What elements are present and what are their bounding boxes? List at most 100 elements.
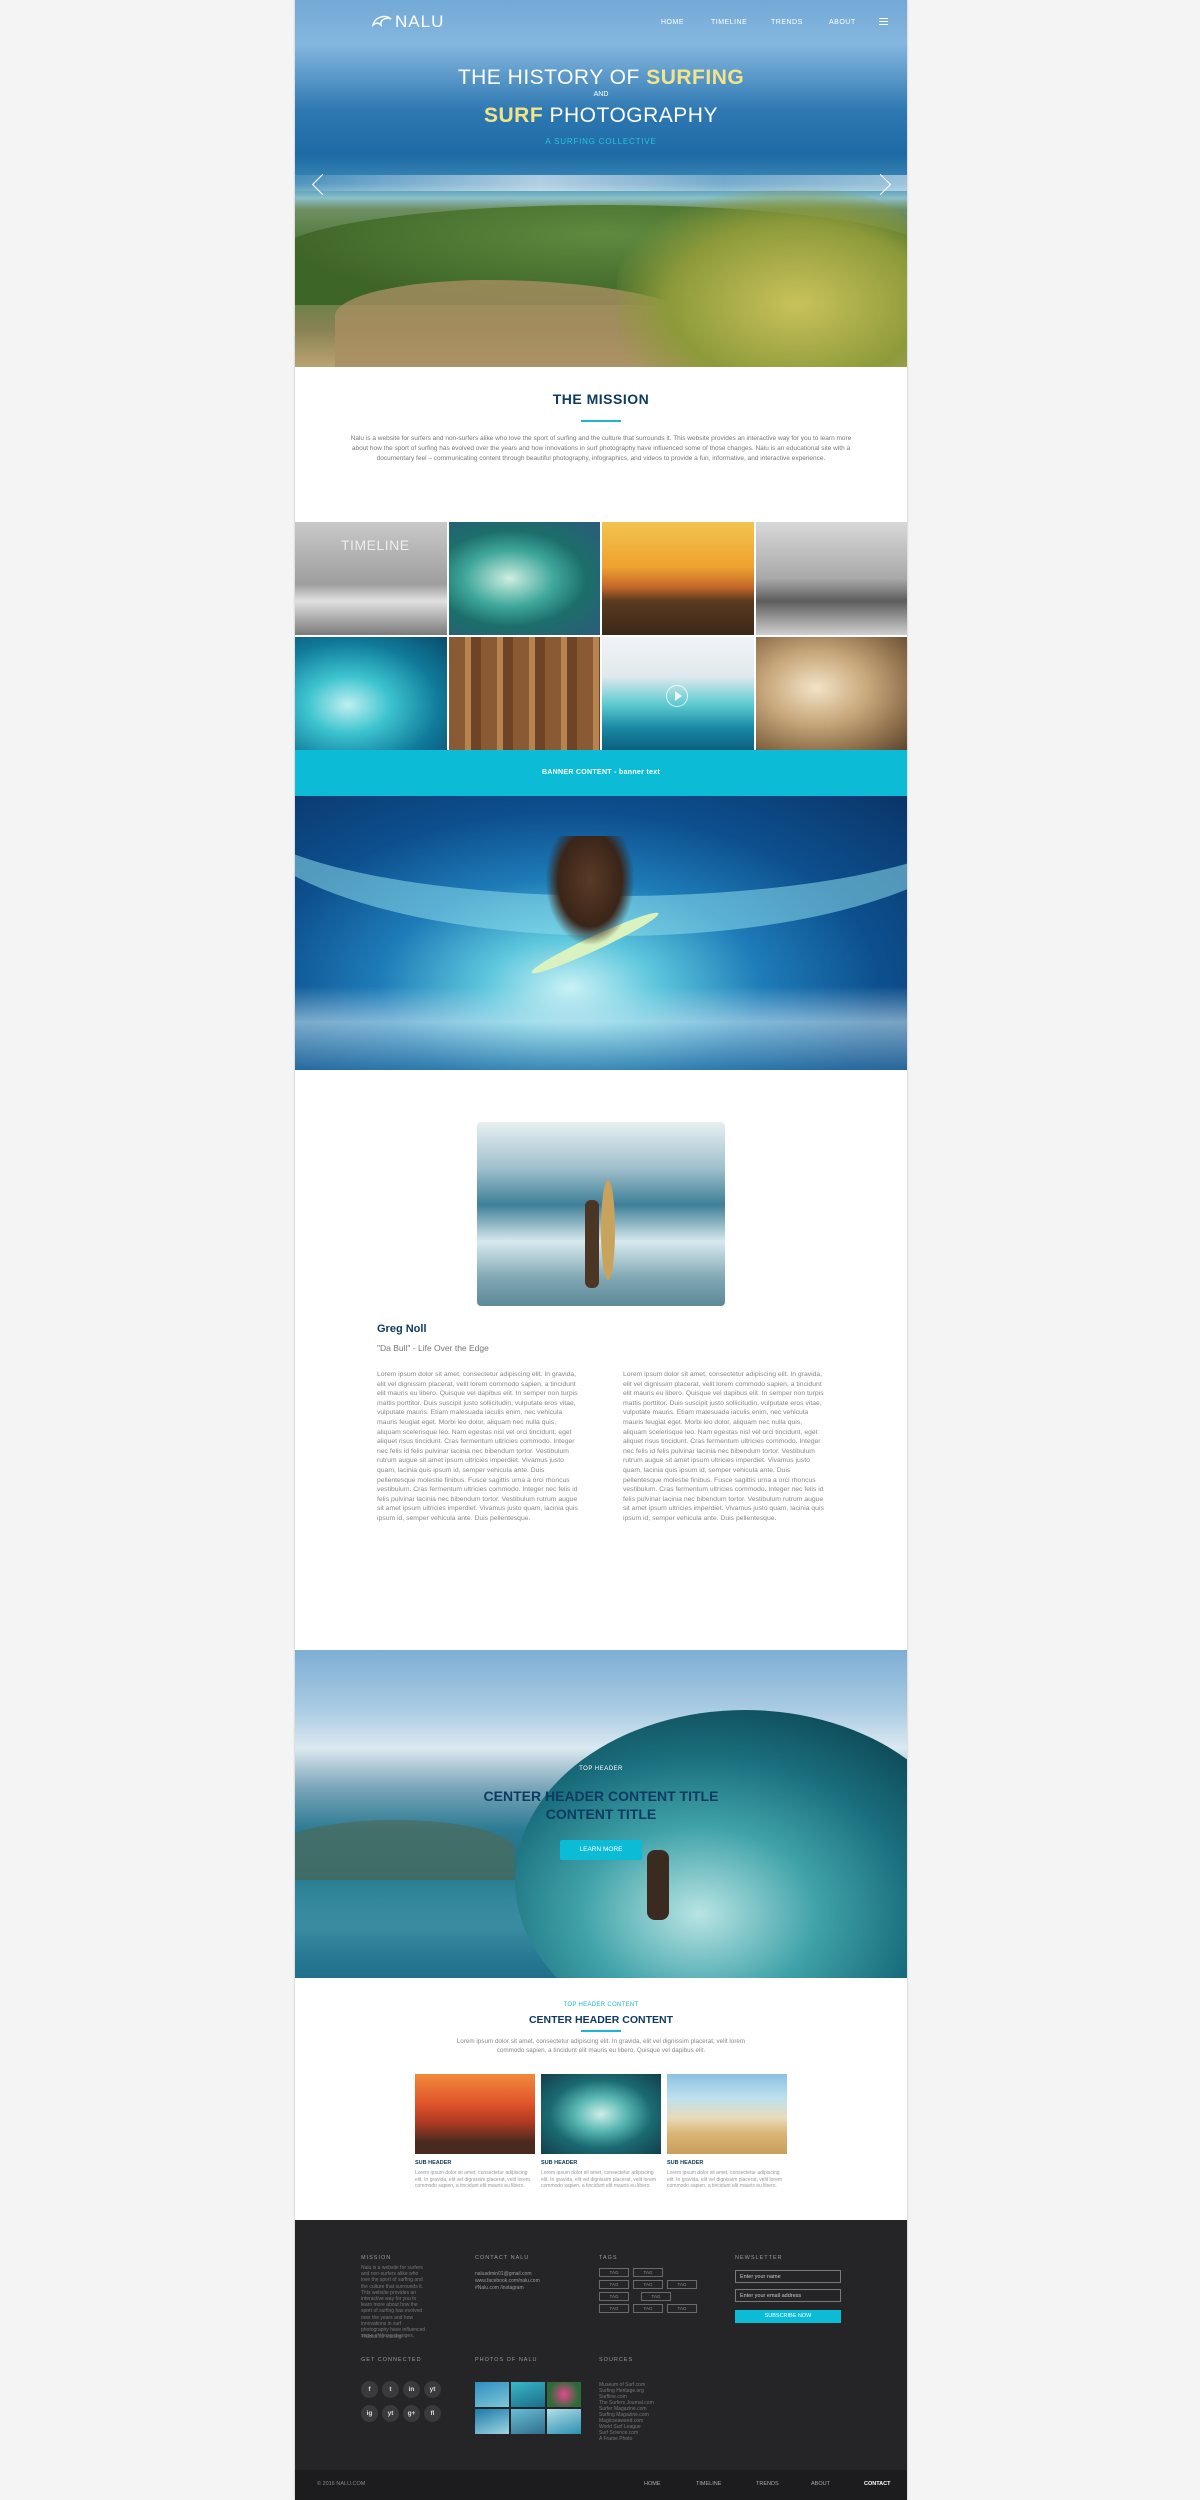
carousel-prev-arrow-icon[interactable] [309, 170, 323, 198]
rider-graphic [647, 1850, 669, 1920]
profile-text-column-1: Lorem ipsum dolor sit amet, consectetur … [377, 1371, 578, 1522]
nav-home[interactable]: HOME [661, 19, 684, 26]
tag-chip[interactable]: TAG [599, 2292, 629, 2301]
content-card-2: SUB HEADER Lorem ipsum dolor sit amet, c… [541, 2074, 661, 2190]
flickr-icon[interactable]: fl [424, 2405, 441, 2422]
twitter-icon[interactable]: t [382, 2381, 399, 2398]
grid-photo-2[interactable] [448, 522, 600, 635]
tag-chip[interactable]: TAG [633, 2280, 663, 2289]
facebook-icon[interactable]: f [361, 2381, 378, 2398]
footer-mission-heading: MISSION [361, 2255, 392, 2261]
footer-photo-3[interactable] [547, 2382, 581, 2407]
footer-mission-text: Nalu is a website for surfers and non-su… [361, 2265, 426, 2340]
nav-timeline[interactable]: TIMELINE [711, 19, 747, 26]
hamburger-menu-icon[interactable] [879, 18, 888, 25]
source-link[interactable]: A Frame Photo [599, 2436, 632, 2442]
tag-chip[interactable]: TAG [633, 2268, 663, 2277]
learn-more-button[interactable]: LEARN MORE [560, 1840, 642, 1860]
newsletter-email-input[interactable] [735, 2289, 841, 2302]
grid-photo-8[interactable] [755, 637, 907, 750]
youtube-icon[interactable]: yt [424, 2381, 441, 2398]
cards-intro-text: Lorem ipsum dolor sit amet, consectetur … [456, 2038, 746, 2054]
google-plus-icon[interactable]: g+ [403, 2405, 420, 2422]
tag-chip[interactable]: TAG [667, 2304, 697, 2313]
content-card-3: SUB HEADER Lorem ipsum dolor sit amet, c… [667, 2074, 787, 2190]
feature-kicker: TOP HEADER [579, 1766, 623, 1772]
grid-photo-7[interactable] [602, 637, 754, 750]
footer-nav-home[interactable]: HOME [644, 2481, 661, 2487]
linkedin-icon[interactable]: in [403, 2381, 420, 2398]
grid-photo-5[interactable] [295, 637, 447, 750]
footer-thanks: Thanks for visiting. [361, 2334, 403, 2340]
footer-photos-heading: PHOTOS OF NALU [475, 2357, 538, 2363]
card-1-image[interactable] [415, 2074, 535, 2154]
hero-title-line1: THE HISTORY OF SURFING [295, 66, 907, 90]
footer-nav-trends[interactable]: TRENDS [756, 2481, 779, 2487]
cards-kicker: TOP HEADER CONTENT [563, 2002, 639, 2008]
copyright: © 2016 NALU.COM [317, 2481, 366, 2487]
contact-instagram[interactable]: #Nalu.com /instagram [475, 2285, 524, 2291]
footer-photo-6[interactable] [547, 2409, 581, 2434]
grass-graphic [617, 190, 907, 367]
newsletter-name-input[interactable] [735, 2270, 841, 2283]
contact-email[interactable]: naluadmin01@gmail.com [475, 2271, 532, 2277]
hero-title-pre: THE HISTORY OF [457, 66, 647, 89]
card-3-text: Lorem ipsum dolor sit amet, consectetur … [667, 2170, 783, 2189]
grid-photo-6[interactable] [448, 637, 600, 750]
footer-contact-heading: CONTACT NALU [475, 2255, 530, 2261]
footer-tags-heading: TAGS [599, 2255, 618, 2261]
wave-logo-icon [371, 15, 392, 28]
surf-line [295, 175, 907, 191]
top-navbar: NALU HOME TIMELINE TRENDS ABOUT [295, 0, 907, 44]
card-3-image[interactable] [667, 2074, 787, 2154]
hero-subtitle: A SURFING COLLECTIVE [545, 137, 657, 146]
page: NALU HOME TIMELINE TRENDS ABOUT THE HIST… [295, 0, 907, 2500]
tag-chip[interactable]: TAG [667, 2280, 697, 2289]
footer-sources-heading: SOURCES [599, 2357, 634, 2363]
tag-chip[interactable]: TAG [599, 2268, 629, 2277]
nav-trends[interactable]: TRENDS [771, 19, 803, 26]
nav-about[interactable]: ABOUT [829, 19, 856, 26]
footer-nav-timeline[interactable]: TIMELINE [696, 2481, 721, 2487]
grid-photo-4[interactable] [755, 522, 907, 635]
card-2-image[interactable] [541, 2074, 661, 2154]
hero-title-line2: SURF PHOTOGRAPHY [295, 104, 907, 128]
grid-photo-1[interactable]: TIMELINE [295, 522, 447, 635]
grid-photo-3[interactable] [602, 522, 754, 635]
brand-logo[interactable]: NALU [371, 12, 444, 32]
wave-foam [295, 986, 907, 1070]
profile-photo [477, 1122, 725, 1306]
footer-photo-1[interactable] [475, 2382, 509, 2407]
mission-divider [581, 420, 621, 422]
hero-title2-highlight: SURF [484, 104, 544, 127]
subscribe-button[interactable]: SUBSCRIBE NOW [735, 2310, 841, 2323]
content-card-1: SUB HEADER Lorem ipsum dolor sit amet, c… [415, 2074, 535, 2190]
instagram-icon[interactable]: ig [361, 2405, 378, 2422]
barrel-wave-photo [295, 796, 907, 1070]
footer-nav-contact[interactable]: CONTACT [864, 2481, 890, 2487]
card-2-text: Lorem ipsum dolor sit amet, consectetur … [541, 2170, 657, 2189]
play-icon[interactable] [666, 685, 688, 707]
hero-and: AND [593, 91, 609, 98]
profile-text-column-2: Lorem ipsum dolor sit amet, consectetur … [623, 1371, 824, 1522]
surfer-figure-graphic [585, 1200, 599, 1288]
footer-photo-4[interactable] [475, 2409, 509, 2434]
video-icon[interactable]: yt [382, 2405, 399, 2422]
carousel-next-arrow-icon[interactable] [879, 170, 893, 198]
hero-title-highlight: SURFING [646, 66, 745, 89]
footer-photo-2[interactable] [511, 2382, 545, 2407]
profile-quote: "Da Bull" - Life Over the Edge [377, 1343, 489, 1353]
tag-chip[interactable]: TAG [633, 2304, 663, 2313]
tag-chip[interactable]: TAG [641, 2292, 671, 2301]
footer-connected-heading: GET CONNECTED [361, 2357, 422, 2363]
brand-name: NALU [395, 12, 445, 31]
footer-photo-5[interactable] [511, 2409, 545, 2434]
mission-text: Nalu is a website for surfers and non-su… [350, 435, 852, 462]
contact-facebook[interactable]: www.facebook.com/nalu.com [475, 2278, 540, 2284]
footer-nav-about[interactable]: ABOUT [811, 2481, 830, 2487]
tag-chip[interactable]: TAG [599, 2304, 629, 2313]
content-banner: BANNER CONTENT - banner text [295, 750, 907, 796]
mission-title: THE MISSION [552, 391, 650, 407]
tag-chip[interactable]: TAG [599, 2280, 629, 2289]
profile-name: Greg Noll [377, 1323, 427, 1335]
